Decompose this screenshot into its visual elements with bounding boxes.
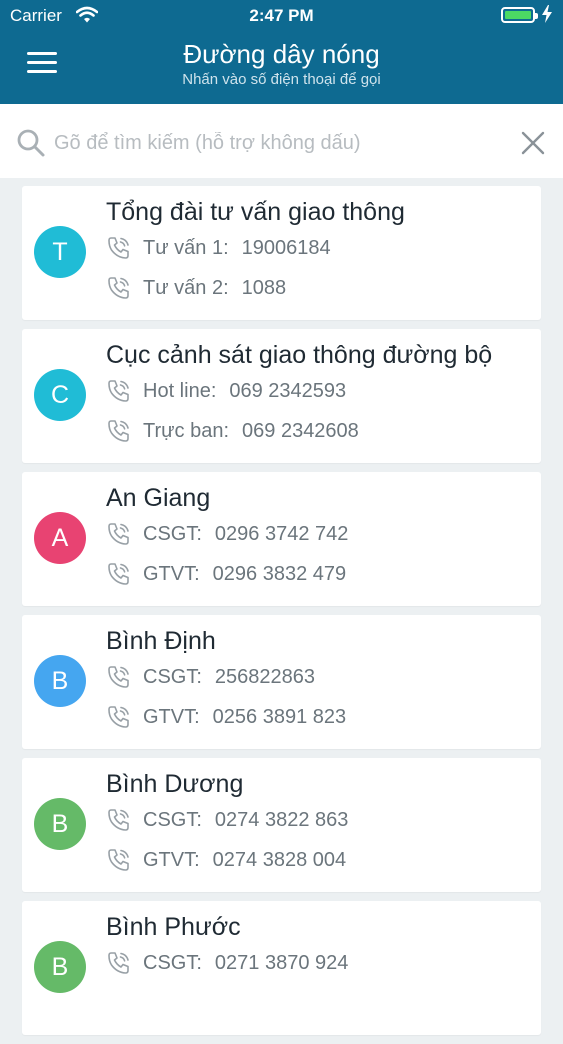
phone-call-icon bbox=[108, 420, 129, 442]
phone-row[interactable]: CSGT: 0274 3822 863 bbox=[106, 805, 348, 835]
contact-list: T Tổng đài tư vấn giao thông Tư vấn 1: 1… bbox=[22, 186, 541, 1044]
contact-name: Bình Phước bbox=[106, 913, 241, 941]
contact-card: B Bình Định CSGT: 256822863 GTVT: 0256 3… bbox=[22, 615, 541, 749]
contact-name: Cục cảnh sát giao thông đường bộ bbox=[106, 341, 493, 369]
page-subtitle: Nhấn vào số điện thoại để gọi bbox=[182, 71, 381, 88]
contact-card: B Bình Dương CSGT: 0274 3822 863 GTVT: 0… bbox=[22, 758, 541, 892]
phone-label: GTVT: bbox=[143, 705, 200, 728]
phone-call-icon bbox=[108, 380, 129, 402]
contact-avatar: T bbox=[34, 226, 86, 278]
phone-row[interactable]: CSGT: 0271 3870 924 bbox=[106, 948, 348, 978]
contact-card: C Cục cảnh sát giao thông đường bộ Hot l… bbox=[22, 329, 541, 463]
phone-call-icon bbox=[108, 849, 129, 871]
phone-row[interactable]: Tư vấn 1: 19006184 bbox=[106, 233, 331, 263]
phone-label: CSGT: bbox=[143, 522, 202, 545]
contact-avatar: C bbox=[34, 369, 86, 421]
search-icon bbox=[16, 128, 46, 163]
contact-avatar: B bbox=[34, 941, 86, 993]
phone-row[interactable]: Tư vấn 2: 1088 bbox=[106, 273, 286, 303]
phone-row[interactable]: Trực ban: 069 2342608 bbox=[106, 416, 359, 446]
phone-call-icon bbox=[108, 523, 129, 545]
phone-call-icon bbox=[108, 277, 129, 299]
charging-icon bbox=[542, 5, 552, 28]
phone-row[interactable]: Hot line: 069 2342593 bbox=[106, 376, 346, 406]
phone-label: GTVT: bbox=[143, 562, 200, 585]
phone-label: CSGT: bbox=[143, 808, 202, 831]
status-time: 2:47 PM bbox=[249, 6, 314, 25]
phone-call-icon bbox=[108, 237, 129, 259]
phone-row[interactable]: CSGT: 0296 3742 742 bbox=[106, 519, 348, 549]
phone-number[interactable]: 069 2342608 bbox=[242, 420, 359, 443]
status-bar: Carrier 2:47 PM bbox=[0, 0, 563, 32]
clear-search-icon[interactable] bbox=[520, 130, 546, 161]
phone-number[interactable]: 0256 3891 823 bbox=[213, 706, 346, 729]
phone-number[interactable]: 0296 3832 479 bbox=[213, 563, 346, 586]
phone-number[interactable]: 0274 3822 863 bbox=[215, 809, 348, 832]
app-header: Carrier 2:47 PM Đường dây nóng Nhấn vào … bbox=[0, 0, 563, 104]
phone-label: Hot line: bbox=[143, 379, 217, 402]
phone-call-icon bbox=[108, 706, 129, 728]
phone-label: GTVT: bbox=[143, 848, 200, 871]
phone-row[interactable]: GTVT: 0296 3832 479 bbox=[106, 559, 346, 589]
phone-row[interactable]: GTVT: 0256 3891 823 bbox=[106, 702, 346, 732]
phone-number[interactable]: 0274 3828 004 bbox=[213, 849, 346, 872]
phone-label: Tư vấn 2: bbox=[143, 276, 229, 299]
contact-avatar: A bbox=[34, 512, 86, 564]
phone-row[interactable]: GTVT: 0274 3828 004 bbox=[106, 845, 346, 875]
phone-label: CSGT: bbox=[143, 951, 202, 974]
search-input[interactable] bbox=[52, 122, 506, 164]
battery-icon bbox=[501, 7, 538, 23]
contact-name: Bình Định bbox=[106, 627, 216, 655]
phone-label: Trực ban: bbox=[143, 419, 230, 442]
contact-name: An Giang bbox=[106, 484, 211, 512]
search-bar bbox=[0, 104, 563, 178]
page-title: Đường dây nóng bbox=[183, 39, 380, 69]
phone-call-icon bbox=[108, 952, 129, 974]
phone-number[interactable]: 256822863 bbox=[215, 666, 315, 689]
contact-name: Bình Dương bbox=[106, 770, 244, 798]
phone-label: CSGT: bbox=[143, 665, 202, 688]
phone-number[interactable]: 069 2342593 bbox=[229, 380, 346, 403]
phone-call-icon bbox=[108, 666, 129, 688]
phone-number[interactable]: 0271 3870 924 bbox=[215, 952, 348, 975]
contact-card: B Bình Phước CSGT: 0271 3870 924 bbox=[22, 901, 541, 1035]
phone-call-icon bbox=[108, 809, 129, 831]
contact-card: A An Giang CSGT: 0296 3742 742 GTVT: 029… bbox=[22, 472, 541, 606]
phone-number[interactable]: 0296 3742 742 bbox=[215, 523, 348, 546]
phone-number[interactable]: 19006184 bbox=[242, 237, 331, 260]
contact-card: T Tổng đài tư vấn giao thông Tư vấn 1: 1… bbox=[22, 186, 541, 320]
phone-row[interactable]: CSGT: 256822863 bbox=[106, 662, 315, 692]
phone-call-icon bbox=[108, 563, 129, 585]
contact-name: Tổng đài tư vấn giao thông bbox=[106, 198, 405, 226]
phone-label: Tư vấn 1: bbox=[143, 236, 229, 259]
phone-number[interactable]: 1088 bbox=[242, 277, 287, 300]
contact-avatar: B bbox=[34, 798, 86, 850]
contact-avatar: B bbox=[34, 655, 86, 707]
